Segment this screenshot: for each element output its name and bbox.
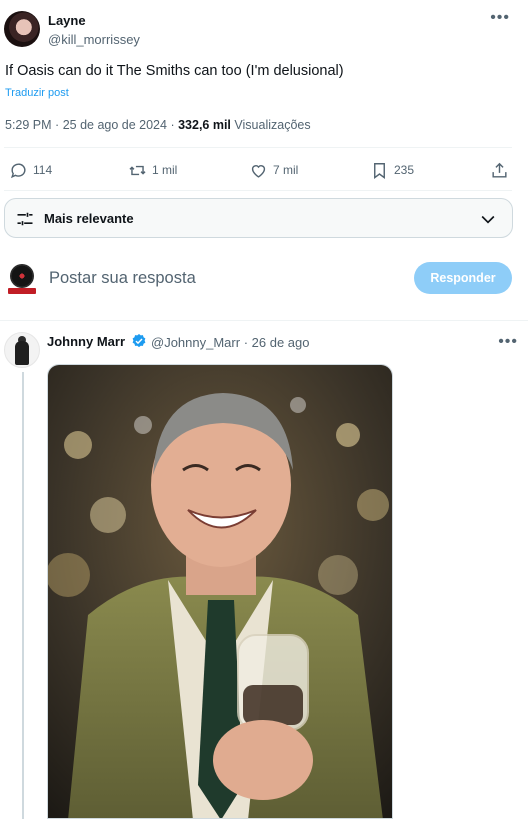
- divider: [4, 147, 512, 148]
- post-header: Layne @kill_morrissey •••: [4, 10, 520, 50]
- reply-icon: [10, 162, 26, 178]
- reply-composer: Postar sua resposta Responder: [0, 258, 528, 306]
- filter-sliders-icon: [17, 212, 33, 226]
- reply-author-handle[interactable]: @Johnny_Marr: [151, 335, 240, 350]
- repost-count: 1 mil: [152, 163, 178, 177]
- author-name[interactable]: Layne: [48, 13, 86, 28]
- current-user-avatar[interactable]: [10, 264, 34, 288]
- bookmark-action[interactable]: 235: [370, 150, 414, 190]
- post-time[interactable]: 5:29 PM: [5, 118, 52, 132]
- reply-input[interactable]: Postar sua resposta: [49, 269, 196, 288]
- divider: [0, 320, 528, 321]
- like-count: 7 mil: [273, 163, 299, 177]
- author-avatar[interactable]: [4, 11, 40, 47]
- heart-icon: [251, 164, 266, 178]
- share-action[interactable]: [490, 150, 509, 190]
- reply-photo[interactable]: [47, 364, 393, 819]
- reply-meta: @Johnny_Marr · 26 de ago: [151, 335, 310, 350]
- reply-date[interactable]: 26 de ago: [252, 335, 310, 350]
- post-date[interactable]: 25 de ago de 2024: [63, 118, 167, 132]
- more-options-icon[interactable]: •••: [490, 10, 510, 26]
- post-meta: 5:29 PM · 25 de ago de 2024 · 332,6 mil …: [5, 118, 311, 132]
- avatar-badge: [8, 288, 36, 294]
- bookmark-icon: [374, 162, 385, 179]
- divider: [4, 190, 512, 191]
- repost-action[interactable]: 1 mil: [128, 150, 177, 190]
- thread-line: [22, 372, 24, 819]
- reply-more-options-icon[interactable]: •••: [498, 334, 518, 350]
- photo-image: [48, 365, 392, 818]
- views-label: Visualizações: [234, 118, 311, 132]
- sort-label: Mais relevante: [44, 211, 134, 226]
- action-bar: 114 1 mil 7 mil 235: [0, 150, 528, 190]
- translate-link[interactable]: Traduzir post: [5, 87, 69, 99]
- verified-badge-icon: [132, 334, 146, 348]
- repost-icon: [129, 165, 146, 175]
- share-icon: [492, 162, 507, 178]
- reply-button[interactable]: Responder: [414, 262, 512, 294]
- sort-replies-select[interactable]: Mais relevante: [4, 198, 513, 238]
- reply-author-name[interactable]: Johnny Marr: [47, 334, 125, 349]
- bookmark-count: 235: [394, 163, 415, 177]
- chevron-down-icon: [481, 215, 495, 224]
- like-action[interactable]: 7 mil: [249, 150, 298, 190]
- views-count: 332,6 mil: [178, 118, 231, 132]
- reply-count: 114: [33, 163, 53, 177]
- reply-action[interactable]: 114: [9, 150, 52, 190]
- author-handle[interactable]: @kill_morrissey: [48, 32, 140, 47]
- post-text: If Oasis can do it The Smiths can too (I…: [5, 63, 344, 79]
- reply-author-avatar[interactable]: [4, 332, 40, 368]
